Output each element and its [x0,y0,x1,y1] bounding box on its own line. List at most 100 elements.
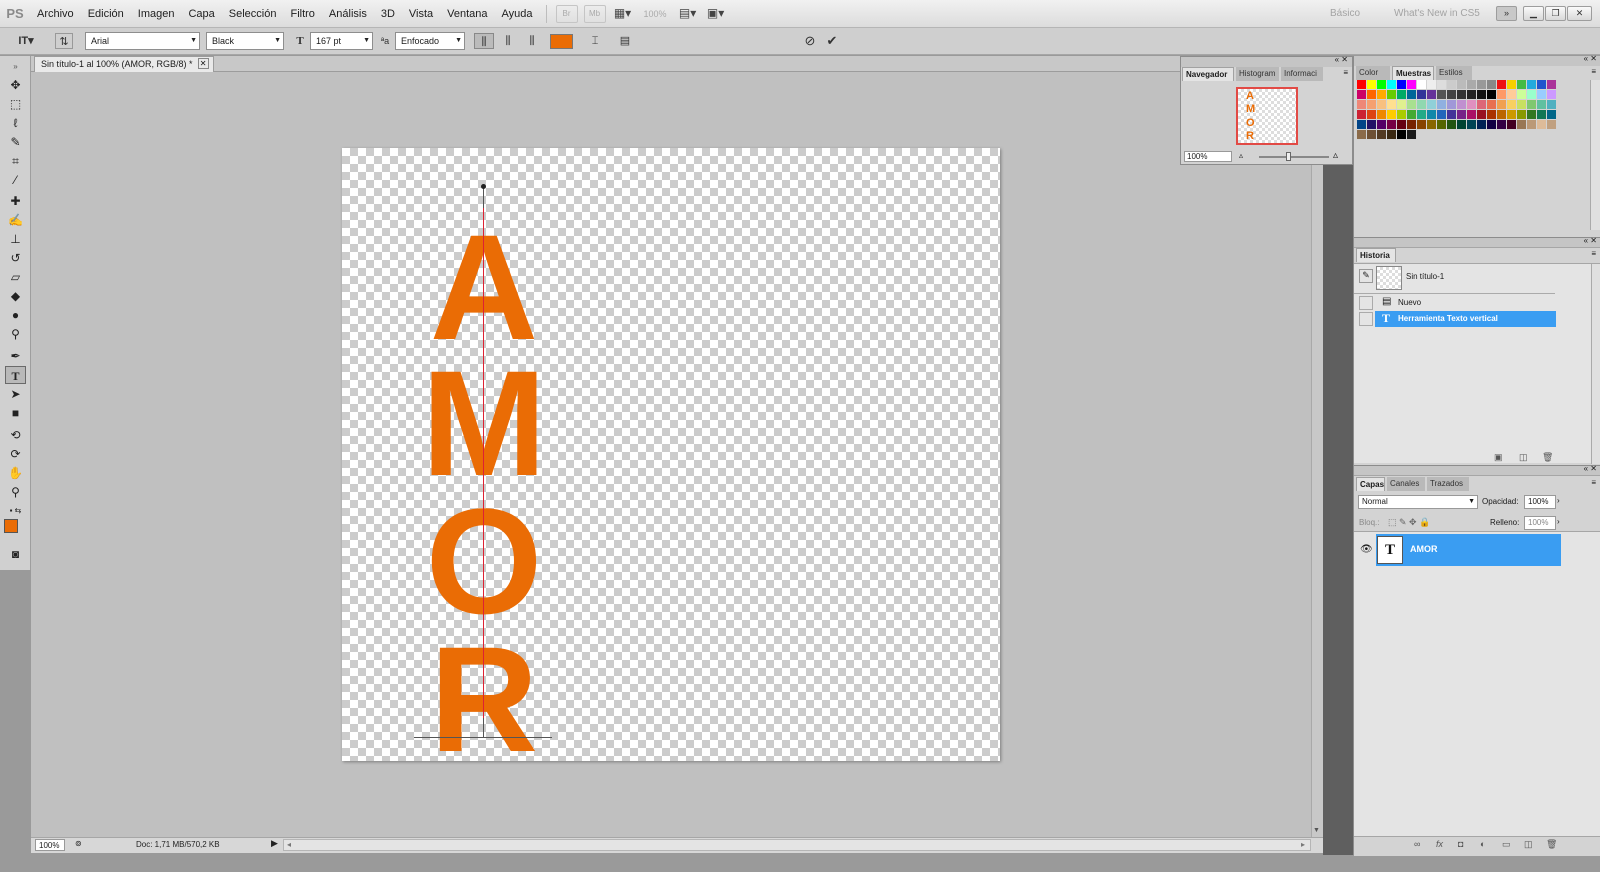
lock-icons[interactable]: ⬚ ✎ ✥ 🔒 [1388,517,1430,528]
color-swatch[interactable] [1407,90,1416,99]
collapse-toolbox-icon[interactable]: » [5,58,26,76]
color-swatch[interactable] [1397,100,1406,109]
new-document-from-state-icon[interactable]: ▣ [1494,452,1503,463]
blur-tool-icon[interactable]: ● [5,306,26,324]
marquee-tool-icon[interactable]: ⬚ [5,95,26,113]
color-swatch[interactable] [1527,100,1536,109]
healing-brush-tool-icon[interactable]: ✚ [5,192,26,210]
view-extras-icon[interactable]: ▦▾ [612,5,634,23]
navigator-zoom-field[interactable]: 100% [1184,151,1232,162]
color-swatch[interactable] [1377,80,1386,89]
eye-icon[interactable]: 👁 [1360,544,1373,555]
zoom-tool-icon[interactable]: ⚲ [5,483,26,501]
color-swatch[interactable] [1427,110,1436,119]
color-swatch[interactable] [1517,120,1526,129]
color-swatch[interactable] [1427,120,1436,129]
menu-seleccion[interactable]: Selección [222,0,284,28]
color-swatch[interactable] [1517,80,1526,89]
warp-text-icon[interactable]: ⌶ [586,33,604,49]
panel-menu-icon[interactable]: ≡ [1343,68,1348,77]
color-swatch[interactable] [1457,120,1466,129]
horizontal-scrollbar[interactable] [283,839,1311,851]
panel-menu-icon[interactable]: ≡ [1591,478,1596,487]
color-swatch[interactable] [1497,110,1506,119]
color-swatch[interactable] [1467,120,1476,129]
link-layers-icon[interactable]: ∞ [1414,839,1420,849]
color-swatch[interactable] [1407,80,1416,89]
color-swatch[interactable] [1427,100,1436,109]
vertical-type-tool-icon[interactable]: T [5,366,26,384]
color-swatch[interactable] [1487,110,1496,119]
color-swatch[interactable] [1427,90,1436,99]
color-swatch[interactable] [1447,120,1456,129]
color-swatch[interactable] [1417,120,1426,129]
color-swatch[interactable] [1537,80,1546,89]
panel-collapse-icon[interactable]: « ✕ [1584,236,1597,245]
color-swatch[interactable] [1537,110,1546,119]
color-swatch[interactable] [1387,110,1396,119]
color-swatch[interactable] [1497,80,1506,89]
color-swatch[interactable] [1467,110,1476,119]
color-swatch[interactable] [1407,130,1416,139]
color-swatch[interactable] [1457,80,1466,89]
color-swatch[interactable] [1507,110,1516,119]
tab-navegador[interactable]: Navegador [1182,67,1234,81]
fill-slider-arrow-icon[interactable]: › [1557,517,1560,526]
lasso-tool-icon[interactable]: ℓ [5,114,26,132]
delete-layer-icon[interactable]: 🗑 [1546,839,1557,850]
font-style-select[interactable]: Black ▼ [206,32,284,50]
opacity-field[interactable]: 100% [1524,495,1556,509]
color-swatch[interactable] [1487,100,1496,109]
menu-ventana[interactable]: Ventana [440,0,494,28]
opacity-slider-arrow-icon[interactable]: › [1557,496,1560,505]
workspace-whats-new[interactable]: What's New in CS5 [1394,0,1480,28]
path-selection-tool-icon[interactable]: ➤ [5,385,26,403]
color-swatch[interactable] [1507,120,1516,129]
color-swatch[interactable] [1447,90,1456,99]
color-swatch[interactable] [1457,110,1466,119]
tab-informacion[interactable]: Informaci [1281,67,1323,81]
menu-analisis[interactable]: Análisis [322,0,374,28]
color-swatch[interactable] [1517,100,1526,109]
color-swatch[interactable] [1527,120,1536,129]
zoom-level-dropdown[interactable]: 100% [637,0,674,28]
menu-3d[interactable]: 3D [374,0,402,28]
color-swatch[interactable] [1417,90,1426,99]
color-swatch[interactable] [1457,90,1466,99]
color-swatch[interactable] [1357,130,1366,139]
color-swatch[interactable] [1397,80,1406,89]
color-swatch[interactable] [1377,90,1386,99]
fill-field[interactable]: 100% [1524,516,1556,530]
color-swatch[interactable] [1387,120,1396,129]
menu-archivo[interactable]: Archivo [30,0,81,28]
color-swatch[interactable] [1507,90,1516,99]
color-swatch[interactable] [1537,90,1546,99]
color-swatch[interactable] [1477,80,1486,89]
delete-state-icon[interactable]: 🗑 [1542,452,1553,463]
color-swatch[interactable] [1397,130,1406,139]
tab-muestras[interactable]: Muestras [1392,66,1434,80]
color-swatch[interactable] [1367,80,1376,89]
panel-collapse-icon[interactable]: « ✕ [1335,55,1348,64]
tab-histograma[interactable]: Histogram [1236,67,1279,81]
scroll-right-icon[interactable]: ▸ [1301,840,1305,849]
color-swatch[interactable] [1447,100,1456,109]
screen-mode-icon[interactable]: ▣▾ [705,5,727,23]
color-swatch[interactable] [1547,90,1556,99]
tab-estilos[interactable]: Estilos [1436,66,1472,80]
tab-capas[interactable]: Capas [1356,477,1385,491]
color-swatch[interactable] [1467,80,1476,89]
tab-color[interactable]: Color [1356,66,1390,80]
color-swatch[interactable] [1527,80,1536,89]
panel-collapse-icon[interactable]: « ✕ [1584,54,1597,63]
color-swatch[interactable] [1467,90,1476,99]
3d-rotate-tool-icon[interactable]: ⟲ [5,426,26,444]
more-workspaces-button[interactable]: » [1496,6,1517,21]
color-swatch[interactable] [1507,100,1516,109]
color-swatch[interactable] [1387,80,1396,89]
eyedropper-tool-icon[interactable]: ⁄ [5,171,26,189]
color-swatch[interactable] [1357,120,1366,129]
color-swatch[interactable] [1427,80,1436,89]
color-swatch[interactable] [1407,110,1416,119]
tab-historia[interactable]: Historia [1356,248,1396,262]
